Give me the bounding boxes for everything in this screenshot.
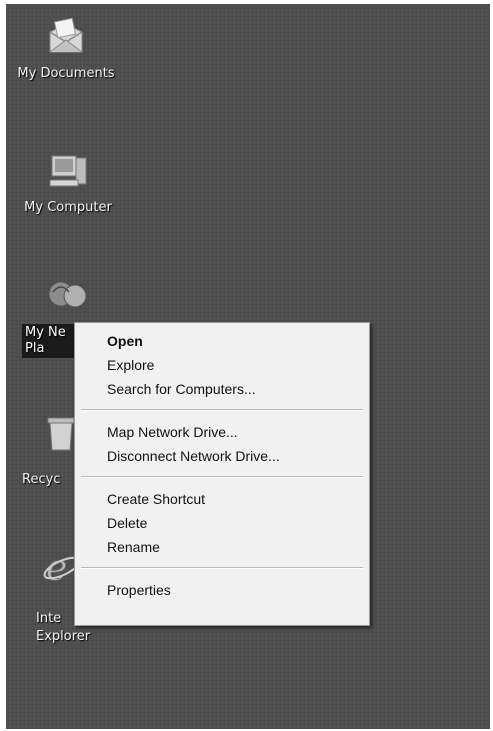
- my-documents-icon: [44, 16, 88, 60]
- menu-item-search-for-computers[interactable]: Search for Computers...: [75, 377, 369, 401]
- desktop-icon-label: My Documents: [17, 66, 115, 81]
- my-network-places-icon: [45, 274, 89, 318]
- menu-item-rename[interactable]: Rename: [75, 535, 369, 559]
- desktop-icon-my-documents[interactable]: My Documents: [6, 16, 126, 82]
- desktop[interactable]: My Documents My Computer My Ne Pla Recyc…: [6, 4, 490, 729]
- my-computer-icon: [46, 150, 90, 194]
- menu-separator: [81, 567, 363, 569]
- menu-item-explore[interactable]: Explore: [75, 353, 369, 377]
- desktop-icon-my-network-places[interactable]: My Ne Pla: [12, 274, 122, 358]
- menu-item-open[interactable]: Open: [75, 329, 369, 353]
- menu-item-properties[interactable]: Properties: [75, 578, 369, 602]
- menu-separator: [81, 476, 363, 478]
- desktop-icon-label: My Computer: [24, 200, 112, 215]
- menu-item-disconnect-network-drive[interactable]: Disconnect Network Drive...: [75, 444, 369, 468]
- context-menu: Open Explore Search for Computers... Map…: [74, 322, 370, 626]
- menu-item-create-shortcut[interactable]: Create Shortcut: [75, 487, 369, 511]
- desktop-icon-my-computer[interactable]: My Computer: [8, 150, 128, 216]
- menu-item-map-network-drive[interactable]: Map Network Drive...: [75, 420, 369, 444]
- menu-item-delete[interactable]: Delete: [75, 511, 369, 535]
- menu-separator: [81, 409, 363, 411]
- desktop-icon-label: Recyc: [22, 472, 61, 487]
